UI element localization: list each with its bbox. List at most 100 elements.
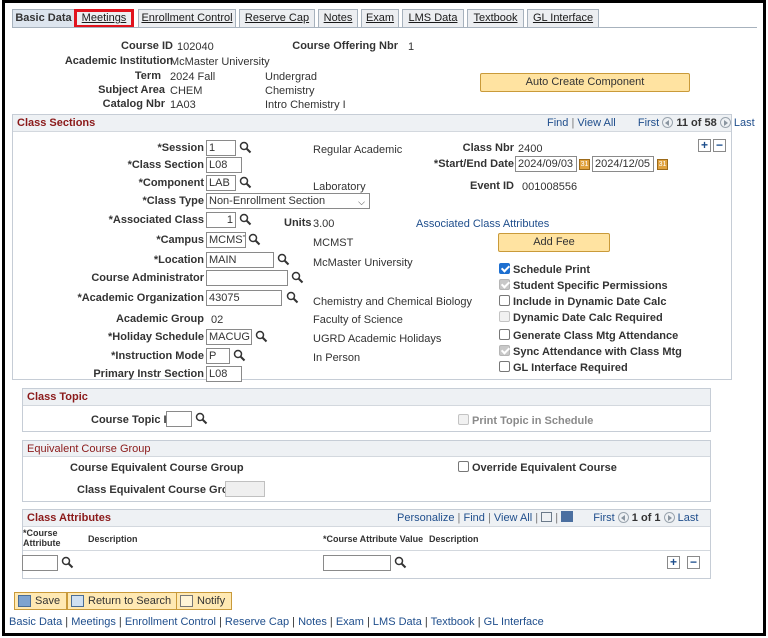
class-equiv-value (225, 481, 265, 497)
dynamic-date-checkbox[interactable] (499, 295, 510, 306)
location-lookup-icon[interactable] (277, 253, 290, 266)
associated-class-lookup-icon[interactable] (239, 213, 252, 226)
class-attributes-title: Class Attributes (27, 512, 111, 524)
start-date-input[interactable]: 2024/09/03 (515, 156, 577, 172)
footer-sep: | (289, 616, 299, 628)
component-lookup-icon[interactable] (239, 176, 252, 189)
attributes-delete-row-icon[interactable]: − (687, 556, 700, 569)
notify-button[interactable]: Notify (176, 592, 233, 610)
tab-exam[interactable]: Exam (361, 9, 399, 28)
tab-gl-interface[interactable]: GL Interface (527, 9, 599, 28)
row-counter: 11 of 58 (676, 117, 717, 129)
course-topic-id-label: Course Topic ID (91, 414, 175, 426)
class-type-label: *Class Type (142, 195, 204, 207)
campus-lookup-icon[interactable] (248, 233, 261, 246)
attributes-view-all-link[interactable]: View All (494, 512, 532, 524)
subject-desc: Chemistry (265, 85, 315, 97)
attributes-first-link[interactable]: First (593, 512, 614, 524)
tab-meetings[interactable]: Meetings (74, 9, 134, 28)
class-type-value: Non-Enrollment Section (209, 195, 326, 207)
footer-link-notes[interactable]: Notes (298, 616, 327, 628)
instruction-mode-input[interactable]: P (206, 348, 230, 364)
attributes-next-icon[interactable] (663, 512, 675, 523)
print-topic-checkbox (458, 414, 469, 425)
academic-org-lookup-icon[interactable] (286, 291, 299, 304)
associated-class-attributes-link[interactable]: Associated Class Attributes (416, 218, 549, 230)
save-button[interactable]: Save (14, 592, 68, 610)
course-attribute-input[interactable] (22, 555, 58, 571)
attributes-add-row-icon[interactable]: + (667, 556, 680, 569)
return-label: Return to Search (88, 595, 172, 607)
override-equiv-checkbox[interactable] (458, 461, 469, 472)
course-topic-lookup-icon[interactable] (195, 412, 208, 425)
footer-link-exam[interactable]: Exam (336, 616, 364, 628)
prev-icon[interactable] (662, 117, 674, 128)
course-admin-input[interactable] (206, 270, 288, 286)
attributes-find-link[interactable]: Find (463, 512, 484, 524)
footer-link-lms-data[interactable]: LMS Data (373, 616, 422, 628)
tab-textbook[interactable]: Textbook (467, 9, 524, 28)
class-equiv-label: Class Equivalent Course Group (77, 484, 243, 496)
schedule-print-checkbox[interactable] (499, 263, 510, 274)
first-link[interactable]: First (638, 117, 659, 129)
footer-link-gl-interface[interactable]: GL Interface (484, 616, 544, 628)
holiday-schedule-lookup-icon[interactable] (255, 330, 268, 343)
footer-link-meetings[interactable]: Meetings (71, 616, 116, 628)
attribute-value-input[interactable] (323, 555, 391, 571)
add-fee-button[interactable]: Add Fee (498, 233, 610, 252)
find-link[interactable]: Find (547, 117, 568, 129)
attribute-value-lookup-icon[interactable] (394, 556, 407, 569)
component-desc: Laboratory (313, 181, 366, 193)
generate-attendance-checkbox[interactable] (499, 329, 510, 340)
holiday-schedule-input[interactable]: MACUG (206, 329, 252, 345)
dynamic-date-required-checkbox (499, 311, 510, 322)
location-desc: McMaster University (313, 257, 413, 269)
download-icon[interactable] (561, 511, 574, 522)
course-admin-lookup-icon[interactable] (291, 271, 304, 284)
session-input[interactable]: 1 (206, 140, 236, 156)
delete-row-icon[interactable]: − (713, 139, 726, 152)
class-type-select[interactable]: Non-Enrollment Section ⌵ (206, 193, 370, 209)
footer-link-enrollment-control[interactable]: Enrollment Control (125, 616, 216, 628)
course-topic-id-input[interactable] (166, 411, 192, 427)
tab-basic-data[interactable]: Basic Data (12, 9, 75, 28)
catalog-label: Catalog Nbr (102, 98, 165, 110)
attributes-prev-icon[interactable] (617, 512, 629, 523)
return-to-search-button[interactable]: Return to Search (67, 592, 179, 610)
col-description: Description (88, 534, 138, 544)
academic-org-input[interactable]: 43075 (206, 290, 282, 306)
tab-lms-data[interactable]: LMS Data (402, 9, 464, 28)
tab-notes[interactable]: Notes (318, 9, 358, 28)
add-row-icon[interactable]: + (698, 139, 711, 152)
primary-instr-section-input[interactable]: L08 (206, 366, 242, 382)
associated-class-input[interactable]: 1 (206, 212, 236, 228)
personalize-link[interactable]: Personalize (397, 512, 454, 524)
footer-link-reserve-cap[interactable]: Reserve Cap (225, 616, 289, 628)
end-date-calendar-icon[interactable]: 31 (657, 159, 668, 170)
start-date-calendar-icon[interactable]: 31 (579, 159, 590, 170)
course-attribute-lookup-icon[interactable] (61, 556, 74, 569)
course-admin-label: Course Administrator (91, 272, 204, 284)
location-input[interactable]: MAIN (206, 252, 274, 268)
tab-reserve-cap[interactable]: Reserve Cap (239, 9, 315, 28)
next-icon[interactable] (719, 117, 731, 128)
footer-link-textbook[interactable]: Textbook (431, 616, 475, 628)
tab-enrollment-control[interactable]: Enrollment Control (138, 9, 236, 28)
component-input[interactable]: LAB (206, 175, 236, 191)
attributes-last-link[interactable]: Last (678, 512, 699, 524)
end-date-input[interactable]: 2024/12/05 (592, 156, 654, 172)
zoom-icon[interactable] (541, 512, 553, 522)
view-all-link[interactable]: View All (577, 117, 615, 129)
session-lookup-icon[interactable] (239, 141, 252, 154)
gl-interface-required-checkbox[interactable] (499, 361, 510, 372)
student-permissions-checkbox (499, 279, 510, 290)
last-link[interactable]: Last (734, 117, 755, 129)
footer-link-basic-data[interactable]: Basic Data (9, 616, 62, 628)
location-label: *Location (153, 254, 204, 266)
class-section-input[interactable]: L08 (206, 157, 242, 173)
auto-create-component-button[interactable]: Auto Create Component (480, 73, 690, 92)
campus-input[interactable]: MCMST (206, 232, 246, 248)
notify-icon (180, 595, 193, 607)
instruction-mode-lookup-icon[interactable] (233, 349, 246, 362)
session-label: *Session (157, 142, 204, 154)
